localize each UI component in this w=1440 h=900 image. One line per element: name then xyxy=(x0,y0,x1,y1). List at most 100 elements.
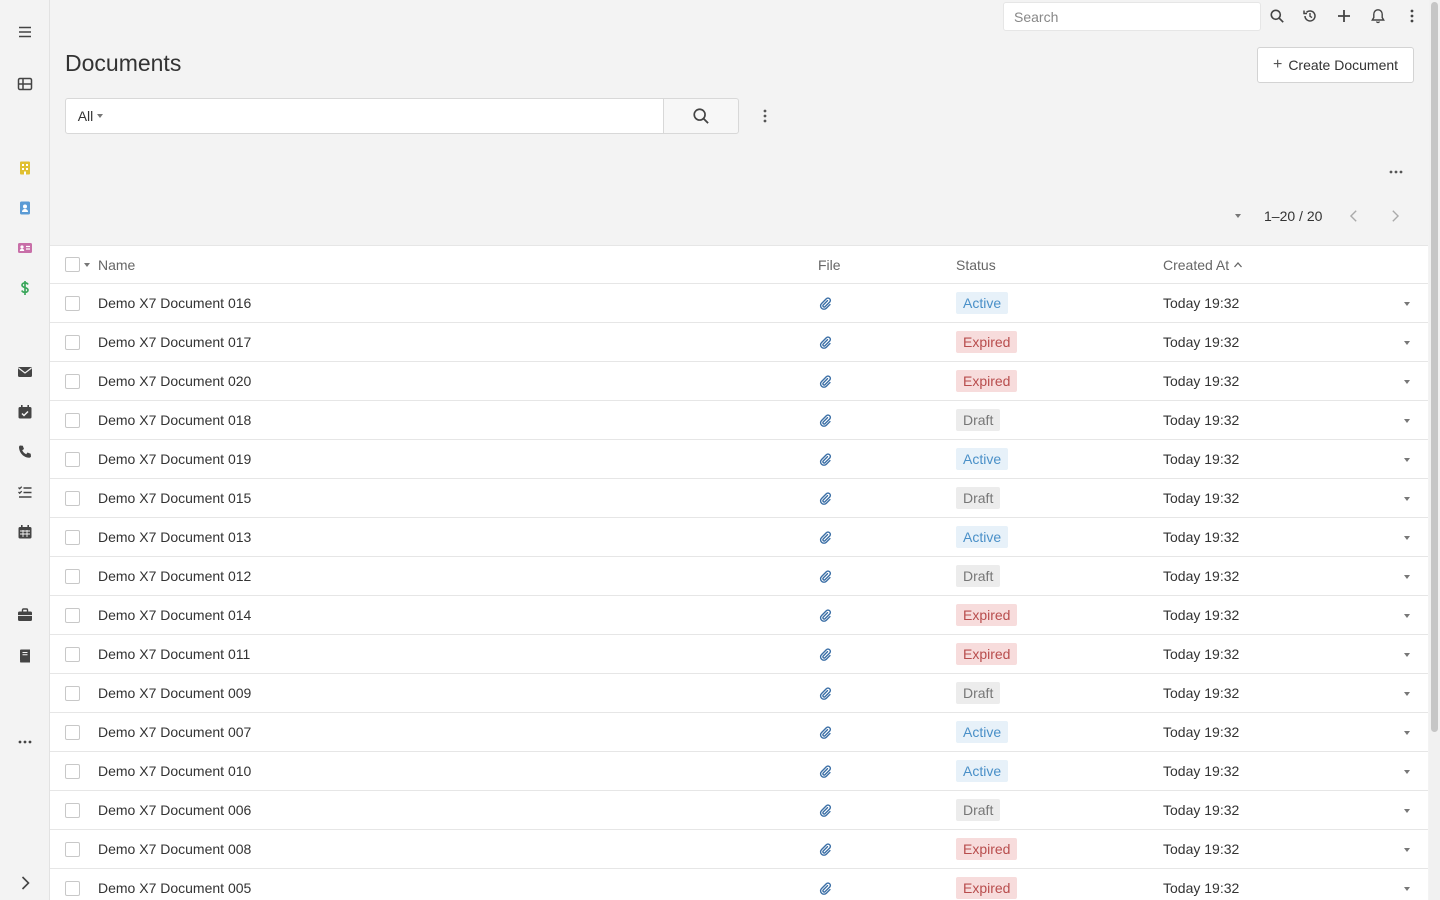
document-name-link[interactable]: Demo X7 Document 019 xyxy=(98,451,251,467)
row-checkbox[interactable] xyxy=(65,530,80,545)
global-search-input[interactable] xyxy=(1003,2,1261,31)
bell-icon[interactable] xyxy=(1366,4,1390,28)
table-row[interactable]: Demo X7 Document 006 Draft Today 19:32 xyxy=(50,791,1428,830)
attachment-icon[interactable] xyxy=(817,451,833,467)
attachment-icon[interactable] xyxy=(817,880,833,896)
id-card-icon[interactable] xyxy=(13,236,37,260)
book-icon[interactable] xyxy=(13,644,37,668)
row-actions-caret-icon[interactable] xyxy=(1398,842,1416,858)
attachment-icon[interactable] xyxy=(817,295,833,311)
table-row[interactable]: Demo X7 Document 011 Expired Today 19:32 xyxy=(50,635,1428,674)
row-checkbox[interactable] xyxy=(65,569,80,584)
document-name-link[interactable]: Demo X7 Document 018 xyxy=(98,412,251,428)
more-icon[interactable] xyxy=(13,730,37,754)
building-icon[interactable] xyxy=(13,156,37,180)
briefcase-icon[interactable] xyxy=(13,603,37,627)
row-checkbox[interactable] xyxy=(65,725,80,740)
row-checkbox[interactable] xyxy=(65,491,80,506)
row-checkbox[interactable] xyxy=(65,686,80,701)
document-name-link[interactable]: Demo X7 Document 020 xyxy=(98,373,251,389)
next-page-icon[interactable] xyxy=(1384,205,1406,227)
document-name-link[interactable]: Demo X7 Document 012 xyxy=(98,568,251,584)
row-actions-caret-icon[interactable] xyxy=(1398,335,1416,351)
filter-text-input[interactable] xyxy=(115,98,664,134)
row-checkbox[interactable] xyxy=(65,764,80,779)
row-actions-caret-icon[interactable] xyxy=(1398,452,1416,468)
row-actions-caret-icon[interactable] xyxy=(1398,569,1416,585)
attachment-icon[interactable] xyxy=(817,568,833,584)
phone-icon[interactable] xyxy=(13,440,37,464)
page-scrollbar[interactable] xyxy=(1429,0,1440,900)
table-row[interactable]: Demo X7 Document 015 Draft Today 19:32 xyxy=(50,479,1428,518)
document-name-link[interactable]: Demo X7 Document 014 xyxy=(98,607,251,623)
column-header-created-at[interactable]: Created At xyxy=(1163,257,1243,273)
menu-icon[interactable] xyxy=(13,20,37,44)
table-row[interactable]: Demo X7 Document 018 Draft Today 19:32 xyxy=(50,401,1428,440)
pagination-dropdown-caret-icon[interactable] xyxy=(1228,206,1248,226)
grid-icon[interactable] xyxy=(13,72,37,96)
row-checkbox[interactable] xyxy=(65,335,80,350)
attachment-icon[interactable] xyxy=(817,334,833,350)
document-name-link[interactable]: Demo X7 Document 006 xyxy=(98,802,251,818)
filter-search-button[interactable] xyxy=(663,98,739,134)
row-checkbox[interactable] xyxy=(65,296,80,311)
row-actions-caret-icon[interactable] xyxy=(1398,725,1416,741)
attachment-icon[interactable] xyxy=(817,724,833,740)
row-checkbox[interactable] xyxy=(65,374,80,389)
attachment-icon[interactable] xyxy=(817,490,833,506)
calendar-check-icon[interactable] xyxy=(13,400,37,424)
row-actions-caret-icon[interactable] xyxy=(1398,296,1416,312)
filter-options-kebab-icon[interactable] xyxy=(753,104,777,128)
search-icon[interactable] xyxy=(1265,4,1289,28)
expand-icon[interactable] xyxy=(13,871,37,895)
document-name-link[interactable]: Demo X7 Document 015 xyxy=(98,490,251,506)
table-row[interactable]: Demo X7 Document 009 Draft Today 19:32 xyxy=(50,674,1428,713)
table-row[interactable]: Demo X7 Document 013 Active Today 19:32 xyxy=(50,518,1428,557)
table-row[interactable]: Demo X7 Document 012 Draft Today 19:32 xyxy=(50,557,1428,596)
row-actions-caret-icon[interactable] xyxy=(1398,803,1416,819)
select-all-checkbox[interactable] xyxy=(65,257,80,272)
previous-page-icon[interactable] xyxy=(1343,205,1365,227)
attachment-icon[interactable] xyxy=(817,373,833,389)
row-actions-caret-icon[interactable] xyxy=(1398,608,1416,624)
attachment-icon[interactable] xyxy=(817,763,833,779)
document-name-link[interactable]: Demo X7 Document 007 xyxy=(98,724,251,740)
attachment-icon[interactable] xyxy=(817,607,833,623)
table-row[interactable]: Demo X7 Document 010 Active Today 19:32 xyxy=(50,752,1428,791)
row-checkbox[interactable] xyxy=(65,647,80,662)
row-actions-caret-icon[interactable] xyxy=(1398,374,1416,390)
filter-scope-dropdown[interactable]: All xyxy=(65,98,116,134)
table-row[interactable]: Demo X7 Document 017 Expired Today 19:32 xyxy=(50,323,1428,362)
row-checkbox[interactable] xyxy=(65,413,80,428)
table-row[interactable]: Demo X7 Document 007 Active Today 19:32 xyxy=(50,713,1428,752)
kebab-menu-icon[interactable] xyxy=(1400,4,1424,28)
attachment-icon[interactable] xyxy=(817,529,833,545)
attachment-icon[interactable] xyxy=(817,802,833,818)
row-checkbox[interactable] xyxy=(65,842,80,857)
column-header-status[interactable]: Status xyxy=(956,257,996,273)
task-list-icon[interactable] xyxy=(13,480,37,504)
column-header-name[interactable]: Name xyxy=(98,257,135,273)
attachment-icon[interactable] xyxy=(817,646,833,662)
table-row[interactable]: Demo X7 Document 020 Expired Today 19:32 xyxy=(50,362,1428,401)
row-actions-caret-icon[interactable] xyxy=(1398,764,1416,780)
contact-icon[interactable] xyxy=(13,196,37,220)
dollar-icon[interactable] xyxy=(13,276,37,300)
table-row[interactable]: Demo X7 Document 019 Active Today 19:32 xyxy=(50,440,1428,479)
create-document-button[interactable]: + Create Document xyxy=(1257,47,1414,83)
row-actions-caret-icon[interactable] xyxy=(1398,491,1416,507)
attachment-icon[interactable] xyxy=(817,841,833,857)
row-actions-caret-icon[interactable] xyxy=(1398,413,1416,429)
table-row[interactable]: Demo X7 Document 008 Expired Today 19:32 xyxy=(50,830,1428,869)
row-checkbox[interactable] xyxy=(65,608,80,623)
list-actions-more-icon[interactable] xyxy=(1384,160,1408,184)
table-row[interactable]: Demo X7 Document 016 Active Today 19:32 xyxy=(50,284,1428,323)
document-name-link[interactable]: Demo X7 Document 010 xyxy=(98,763,251,779)
table-row[interactable]: Demo X7 Document 005 Expired Today 19:32 xyxy=(50,869,1428,900)
row-checkbox[interactable] xyxy=(65,803,80,818)
row-actions-caret-icon[interactable] xyxy=(1398,647,1416,663)
plus-icon[interactable] xyxy=(1332,4,1356,28)
scrollbar-thumb[interactable] xyxy=(1431,2,1438,732)
history-icon[interactable] xyxy=(1298,4,1322,28)
row-actions-caret-icon[interactable] xyxy=(1398,530,1416,546)
